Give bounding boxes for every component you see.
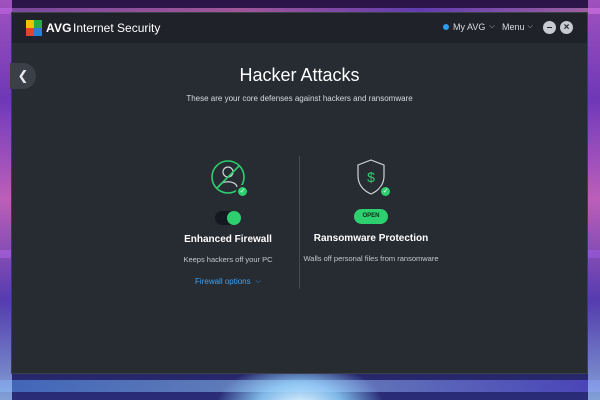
svg-text:$: $ — [367, 169, 375, 185]
page-subtitle: These are your core defenses against hac… — [186, 94, 413, 103]
app-window: AVG Internet Security My AVG ⌵ Menu ⌵ – … — [10, 12, 588, 374]
toggle-knob — [227, 211, 241, 225]
minimize-button[interactable]: – — [543, 21, 556, 34]
check-badge-icon: ✓ — [379, 185, 392, 198]
product-name: Internet Security — [73, 21, 161, 35]
ransomware-title: Ransomware Protection — [313, 233, 429, 244]
status-dot-icon — [443, 24, 449, 30]
hacker-blocked-icon: ✓ — [206, 155, 250, 199]
chevron-down-icon: ⌵ — [527, 23, 533, 30]
page-title: Hacker Attacks — [239, 65, 360, 85]
chevron-down-icon: ⌵ — [489, 23, 495, 30]
background-side-edge — [588, 0, 600, 400]
check-badge-icon: ✓ — [236, 185, 249, 198]
avg-logo-icon — [26, 20, 42, 36]
brand-name: AVG — [46, 21, 72, 35]
menu-label: Menu — [502, 22, 525, 32]
shield-dollar-icon: $ ✓ — [349, 155, 393, 199]
close-button[interactable]: × — [560, 21, 573, 34]
menu-dropdown[interactable]: Menu ⌵ — [502, 22, 533, 32]
firewall-toggle[interactable] — [215, 211, 241, 225]
open-ransomware-button[interactable]: OPEN — [354, 209, 388, 224]
ransomware-card: $ ✓ OPEN Ransomware Protection Walls off… — [271, 155, 471, 264]
firewall-options-label: Firewall options — [195, 277, 251, 286]
ransomware-description: Walls off personal files from ransomware — [303, 254, 439, 263]
background-glitch-stripe — [0, 380, 600, 392]
my-avg-label: My AVG — [453, 22, 486, 32]
my-avg-dropdown[interactable]: My AVG ⌵ — [443, 22, 495, 32]
title-bar: AVG Internet Security My AVG ⌵ Menu ⌵ – … — [12, 13, 587, 43]
firewall-options-link[interactable]: Firewall options ⌵ — [195, 277, 261, 286]
chevron-down-icon: ⌵ — [255, 277, 261, 285]
